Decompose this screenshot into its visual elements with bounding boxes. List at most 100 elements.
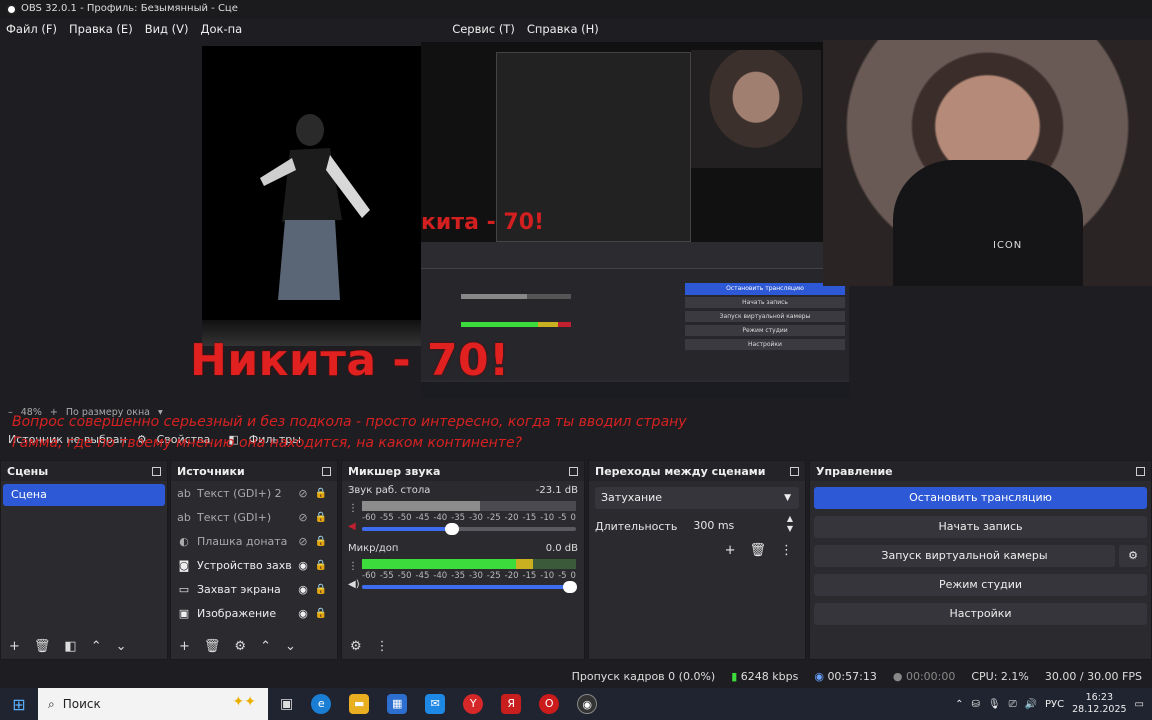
- muted-speaker-icon[interactable]: ◀: [348, 521, 356, 532]
- undock-icon[interactable]: [790, 466, 799, 476]
- yandex-browser-icon[interactable]: Y: [463, 694, 484, 714]
- eye-hidden-icon[interactable]: ⊘: [293, 511, 313, 524]
- lock-icon[interactable]: 🔒: [313, 512, 329, 523]
- undock-icon[interactable]: [152, 466, 161, 476]
- menu-tools[interactable]: Сервис (T): [446, 22, 521, 36]
- chevron-down-icon[interactable]: ⌄: [116, 639, 127, 654]
- menu-edit[interactable]: Правка (E): [63, 22, 139, 36]
- lock-icon[interactable]: 🔒: [313, 608, 329, 619]
- store-icon[interactable]: ▦: [387, 694, 408, 714]
- trash-icon[interactable]: 🗑: [204, 639, 221, 654]
- eye-icon[interactable]: ◉: [293, 559, 313, 572]
- duration-input[interactable]: 300 ms ▲ ▼: [687, 514, 799, 536]
- menu-dots-icon[interactable]: ⋮: [376, 639, 389, 654]
- transition-select[interactable]: Затухание ▼: [595, 487, 799, 509]
- undock-icon[interactable]: [569, 466, 578, 476]
- eye-icon[interactable]: ◉: [293, 583, 313, 596]
- microphone-icon[interactable]: 🎙: [988, 699, 1001, 710]
- copilot-sparkle-icon[interactable]: ✦✦: [233, 694, 256, 710]
- chevron-up-icon[interactable]: ⌃: [91, 639, 102, 654]
- source-item[interactable]: ▣ Изображение ◉ 🔒: [171, 601, 337, 625]
- title-bar: OBS 32.0.1 - Профиль: Безымянный - Сце: [0, 0, 1152, 18]
- menu-docks[interactable]: Док-па: [195, 22, 249, 36]
- volume-knob[interactable]: [444, 523, 459, 535]
- eye-hidden-icon[interactable]: ⊘: [293, 535, 313, 548]
- settings-button[interactable]: Настройки: [814, 603, 1147, 625]
- clock[interactable]: 16:23 28.12.2025: [1072, 692, 1126, 716]
- system-tray: ⌃ ⛁ 🎙 ⎚ 🔊 РУС 16:23 28.12.2025 ▭: [955, 688, 1152, 720]
- start-record-button[interactable]: Начать запись: [814, 516, 1147, 538]
- edge-icon[interactable]: e: [311, 694, 332, 714]
- obs-taskbar-icon[interactable]: ◉: [577, 694, 598, 714]
- lock-icon[interactable]: 🔒: [313, 584, 329, 595]
- add-icon[interactable]: +: [179, 639, 190, 654]
- task-view-icon[interactable]: ▣: [280, 696, 293, 712]
- menu-help[interactable]: Справка (H): [521, 22, 605, 36]
- menu-file[interactable]: Файл (F): [0, 22, 63, 36]
- volume-knob[interactable]: [562, 581, 577, 593]
- volume-slider[interactable]: [362, 523, 576, 535]
- scale-tick: -10: [540, 571, 555, 581]
- source-item[interactable]: ab Текст (GDI+) 2 ⊘ 🔒: [171, 481, 337, 505]
- stop-stream-button[interactable]: Остановить трансляцию: [814, 487, 1147, 509]
- eye-hidden-icon[interactable]: ⊘: [293, 487, 313, 500]
- chevron-down-icon[interactable]: ⌄: [285, 639, 296, 654]
- menu-dots-icon[interactable]: ⋮: [348, 561, 358, 572]
- scene-item[interactable]: Сцена: [3, 484, 165, 506]
- source-item[interactable]: ab Текст (GDI+) ⊘ 🔒: [171, 505, 337, 529]
- lock-icon[interactable]: 🔒: [313, 488, 329, 499]
- advanced-audio-icon[interactable]: ⚙: [350, 639, 362, 654]
- menu-dots-icon[interactable]: ⋮: [348, 503, 358, 514]
- dancer-figure: [260, 114, 370, 300]
- scale-tick: -5: [558, 571, 567, 581]
- gear-icon[interactable]: ⚙: [234, 639, 246, 654]
- undock-icon[interactable]: [1136, 466, 1145, 476]
- record-icon: ●: [892, 669, 903, 683]
- source-item[interactable]: ▭ Захват экрана ◉ 🔒: [171, 577, 337, 601]
- keyboard-language[interactable]: РУС: [1045, 699, 1064, 710]
- volume-slider[interactable]: [362, 581, 577, 593]
- undock-icon[interactable]: [322, 466, 331, 476]
- channel-header: Звук раб. стола -23.1 dB: [348, 485, 578, 496]
- mail-icon[interactable]: ✉: [425, 694, 446, 714]
- nested-record-button: Начать запись: [685, 297, 845, 308]
- studio-mode-button[interactable]: Режим студии: [814, 574, 1147, 596]
- filter-icon[interactable]: ◧: [64, 639, 76, 654]
- add-icon[interactable]: +: [9, 639, 20, 654]
- bitrate-value: 6248 kbps: [740, 669, 799, 683]
- chevron-up-icon[interactable]: ⌃: [955, 699, 963, 710]
- chevron-up-icon[interactable]: ⌃: [260, 639, 271, 654]
- speaker-icon[interactable]: ◀): [348, 579, 360, 590]
- scale-tick: -15: [522, 571, 537, 581]
- trash-icon[interactable]: 🗑: [749, 543, 766, 558]
- taskbar-search[interactable]: ⌕ Поиск ✦✦: [38, 688, 268, 720]
- preview-canvas[interactable]: кита - 70! Остановить трансляцию Начать …: [0, 40, 1152, 405]
- network-icon[interactable]: ⎚: [1009, 699, 1017, 710]
- menu-view[interactable]: Вид (V): [139, 22, 195, 36]
- usb-icon[interactable]: ⛁: [971, 699, 979, 710]
- opera-icon[interactable]: O: [539, 694, 560, 714]
- yandex-icon[interactable]: Я: [501, 694, 522, 714]
- lock-icon[interactable]: 🔒: [313, 536, 329, 547]
- menu-dots-icon[interactable]: ⋮: [780, 543, 793, 558]
- meter-segment: [516, 559, 534, 569]
- source-item[interactable]: ◐ Плашка доната ⊘ 🔒: [171, 529, 337, 553]
- add-icon[interactable]: +: [725, 543, 736, 558]
- lock-icon[interactable]: 🔒: [313, 560, 329, 571]
- trash-icon[interactable]: 🗑: [34, 639, 51, 654]
- dance-video: [202, 46, 421, 344]
- spinner-icon[interactable]: ▲ ▼: [787, 514, 793, 534]
- virtual-cam-button[interactable]: Запуск виртуальной камеры: [814, 545, 1115, 567]
- windows-start-icon[interactable]: ⊞: [0, 695, 38, 714]
- source-item[interactable]: ◙ Устройство захв. ◉ 🔒: [171, 553, 337, 577]
- meter-scale: -60 -55 -50 -45 -40 -35 -30 -25 -20 -15 -10 -5 0: [362, 513, 576, 523]
- mixer-channel: Звук раб. стола -23.1 dB ⋮ -60 -55 -50 -45-…: [342, 481, 584, 539]
- explorer-icon[interactable]: ▬: [349, 694, 370, 714]
- gear-icon[interactable]: ⚙: [1119, 545, 1147, 567]
- meter-segment: [362, 559, 517, 569]
- broadcast-icon: ◉: [814, 669, 824, 683]
- volume-icon[interactable]: 🔊: [1025, 699, 1037, 710]
- notification-icon[interactable]: ▭: [1135, 699, 1144, 710]
- eye-icon[interactable]: ◉: [293, 607, 313, 620]
- transitions-title: Переходы между сценами: [595, 464, 766, 478]
